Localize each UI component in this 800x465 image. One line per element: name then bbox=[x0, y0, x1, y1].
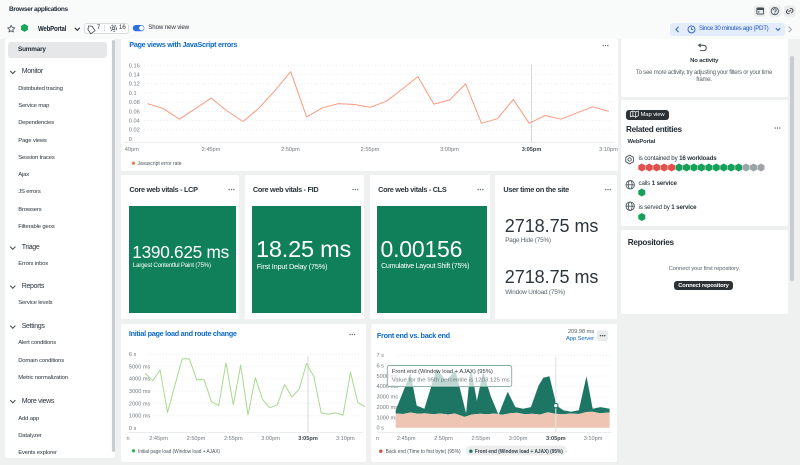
svg-text:2:50pm: 2:50pm bbox=[187, 436, 206, 442]
svg-text:1000 ms: 1000 ms bbox=[377, 415, 399, 421]
svg-text:2000 ms: 2000 ms bbox=[129, 401, 151, 407]
svg-text:0.02: 0.02 bbox=[129, 128, 140, 134]
svg-text:Front end (Window load + AJAX): Front end (Window load + AJAX) (95%) bbox=[392, 369, 493, 375]
svg-text:Initial page load (Window load: Initial page load (Window load + AJAX) bbox=[138, 449, 220, 455]
svg-text:3:05pm: 3:05pm bbox=[298, 436, 318, 442]
svg-text:3000 ms: 3000 ms bbox=[377, 395, 399, 401]
svg-text:2:55pm: 2:55pm bbox=[224, 436, 243, 442]
svg-text:0.12: 0.12 bbox=[129, 82, 140, 88]
svg-text:2:50pm: 2:50pm bbox=[434, 436, 453, 442]
svg-text:5000 ms: 5000 ms bbox=[129, 364, 151, 370]
svg-text:3:05pm: 3:05pm bbox=[522, 147, 542, 153]
svg-text:3:10pm: 3:10pm bbox=[599, 147, 618, 153]
svg-text:0 s: 0 s bbox=[377, 426, 385, 432]
svg-text:Javascript error rate: Javascript error rate bbox=[138, 161, 182, 167]
svg-text:3000 ms: 3000 ms bbox=[129, 389, 151, 395]
svg-text:0.04: 0.04 bbox=[129, 119, 140, 125]
svg-text:Back end (Time to first byte): Back end (Time to first byte) (95%) bbox=[386, 449, 461, 455]
svg-text:3:10pm: 3:10pm bbox=[336, 436, 355, 442]
svg-text:7 s: 7 s bbox=[377, 353, 385, 359]
svg-text:3:05pm: 3:05pm bbox=[546, 436, 566, 442]
svg-text:2:45pm: 2:45pm bbox=[149, 436, 168, 442]
svg-text:4000 ms: 4000 ms bbox=[129, 377, 151, 383]
svg-text:2:55pm: 2:55pm bbox=[471, 436, 490, 442]
svg-text:6 s: 6 s bbox=[377, 363, 385, 369]
svg-text:2000 ms: 2000 ms bbox=[377, 405, 399, 411]
svg-text:Front end (Window load + AJAX): Front end (Window load + AJAX) (95%) bbox=[475, 449, 563, 455]
svg-text:0.16: 0.16 bbox=[129, 63, 140, 69]
svg-text:0.06: 0.06 bbox=[129, 109, 140, 115]
svg-text:2:50pm: 2:50pm bbox=[281, 147, 300, 153]
svg-text:3:10pm: 3:10pm bbox=[584, 436, 603, 442]
svg-text:0 s: 0 s bbox=[129, 426, 137, 432]
svg-text:2:55pm: 2:55pm bbox=[361, 147, 380, 153]
svg-text:0: 0 bbox=[129, 137, 132, 143]
svg-text:2:45pm: 2:45pm bbox=[397, 436, 416, 442]
svg-text:3:00pm: 3:00pm bbox=[440, 147, 459, 153]
svg-text:3:00pm: 3:00pm bbox=[261, 436, 280, 442]
svg-text:2:45pm: 2:45pm bbox=[202, 147, 221, 153]
svg-text:40pm: 40pm bbox=[125, 147, 139, 153]
svg-text:n: n bbox=[127, 436, 130, 442]
svg-text:3:00pm: 3:00pm bbox=[509, 436, 528, 442]
svg-text:1000 ms: 1000 ms bbox=[129, 414, 151, 420]
svg-text:n: n bbox=[376, 436, 379, 442]
svg-text:6 s: 6 s bbox=[129, 352, 137, 358]
svg-text:0.1: 0.1 bbox=[129, 91, 137, 97]
svg-text:0.08: 0.08 bbox=[129, 100, 140, 106]
svg-text:Value for the 95th percentile: Value for the 95th percentile is 1203.12… bbox=[392, 378, 510, 384]
svg-text:0.14: 0.14 bbox=[129, 73, 140, 79]
